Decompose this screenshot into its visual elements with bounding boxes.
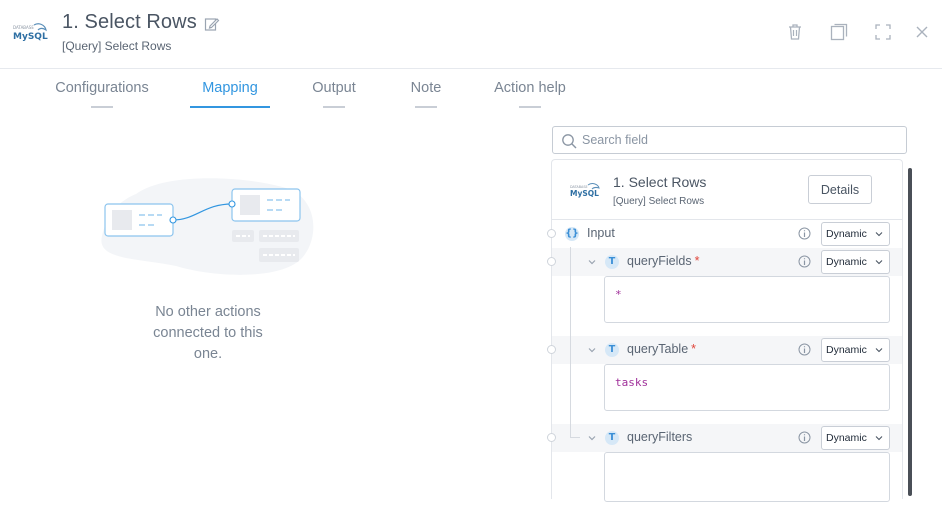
close-button[interactable] — [912, 22, 932, 42]
connector-handle[interactable] — [547, 257, 556, 266]
mode-select[interactable]: Dynamic — [821, 338, 890, 362]
panel-header: DATABASE MySQL 1. Select Rows [Query] Se… — [552, 160, 902, 220]
connector-handle[interactable] — [547, 229, 556, 238]
tab-underline — [415, 106, 437, 108]
queryfilters-input[interactable] — [604, 452, 890, 502]
chevron-down-icon[interactable] — [587, 433, 597, 443]
required-marker: * — [694, 254, 700, 268]
tab-label: Note — [410, 80, 442, 96]
input-label: Input — [587, 226, 615, 240]
empty-state-message: No other actions connected to this one. — [153, 304, 263, 362]
text-type-icon: T — [605, 431, 619, 445]
connector-handle[interactable] — [547, 345, 556, 354]
chevron-down-icon — [875, 436, 883, 441]
panel-scrollbar[interactable] — [908, 168, 912, 496]
field-label-querytable: queryTable * — [627, 342, 696, 356]
tab-underline — [190, 106, 270, 108]
tree-connector — [570, 247, 571, 437]
mode-select-value: Dynamic — [826, 256, 867, 268]
action-subtitle: [Query] Select Rows — [62, 39, 172, 53]
tab-label: Configurations — [55, 80, 149, 96]
close-icon — [916, 26, 928, 38]
connector-handle[interactable] — [547, 433, 556, 442]
mode-select[interactable]: Dynamic — [821, 426, 890, 450]
mode-select-value: Dynamic — [826, 344, 867, 356]
action-title: 1. Select Rows — [62, 11, 197, 33]
panel-title: 1. Select Rows — [613, 174, 707, 190]
details-button[interactable]: Details — [808, 175, 872, 204]
field-name: queryFilters — [627, 430, 693, 444]
tab-action-help[interactable]: Action help — [490, 80, 570, 110]
delete-button[interactable] — [785, 22, 805, 42]
chevron-down-icon[interactable] — [587, 345, 597, 355]
field-label-queryfilters: queryFilters — [627, 430, 692, 444]
tab-mapping[interactable]: Mapping — [190, 80, 270, 110]
tree-connector — [570, 437, 580, 438]
mysql-logo: DATABASE MySQL — [570, 183, 600, 198]
info-icon[interactable] — [798, 343, 811, 356]
search-input[interactable] — [582, 129, 882, 151]
text-type-icon: T — [605, 255, 619, 269]
chevron-down-icon — [875, 260, 883, 265]
field-value: tasks — [615, 376, 649, 389]
field-value: * — [615, 288, 622, 301]
mode-select-value: Dynamic — [826, 432, 867, 444]
tab-label: Action help — [494, 80, 566, 96]
mode-select[interactable]: Dynamic — [821, 222, 890, 246]
tab-underline — [519, 106, 541, 108]
trash-icon — [789, 24, 801, 40]
tab-label: Output — [312, 80, 356, 96]
tab-label: Mapping — [202, 80, 258, 96]
action-header: DATABASE MySQL 1. Select Rows [Query] Se… — [0, 0, 942, 69]
mysql-logo: DATABASE MySQL — [13, 23, 48, 42]
info-icon[interactable] — [798, 255, 811, 268]
connection-illustration — [101, 178, 314, 275]
mode-select-value: Dynamic — [826, 228, 867, 240]
svg-text:DATABASE: DATABASE — [13, 25, 34, 30]
panel-subtitle: [Query] Select Rows — [613, 196, 705, 207]
search-field[interactable] — [552, 126, 907, 154]
chevron-down-icon[interactable] — [587, 257, 597, 267]
search-icon — [562, 134, 577, 149]
tab-output[interactable]: Output — [308, 80, 360, 110]
required-marker: * — [691, 342, 697, 356]
info-icon[interactable] — [798, 227, 811, 240]
tab-note[interactable]: Note — [406, 80, 446, 110]
expand-icon — [875, 24, 891, 40]
field-name: queryFields — [627, 254, 692, 268]
tab-underline — [91, 106, 113, 108]
expand-button[interactable] — [873, 22, 893, 42]
mode-select[interactable]: Dynamic — [821, 250, 890, 274]
svg-text:MySQL: MySQL — [13, 32, 48, 42]
text-type-icon: T — [605, 343, 619, 357]
chevron-down-icon — [875, 348, 883, 353]
field-name: queryTable — [627, 342, 689, 356]
clone-button[interactable] — [829, 22, 849, 42]
object-type-icon: {} — [565, 227, 579, 241]
tab-underline — [323, 106, 345, 108]
queryfields-input[interactable]: * — [604, 276, 890, 323]
tab-configurations[interactable]: Configurations — [54, 80, 150, 110]
svg-text:MySQL: MySQL — [570, 189, 599, 198]
clone-icon — [830, 23, 848, 41]
chevron-down-icon — [875, 232, 883, 237]
querytable-input[interactable]: tasks — [604, 364, 890, 411]
edit-icon[interactable] — [204, 16, 220, 32]
field-label-queryfields: queryFields * — [627, 254, 700, 268]
info-icon[interactable] — [798, 431, 811, 444]
